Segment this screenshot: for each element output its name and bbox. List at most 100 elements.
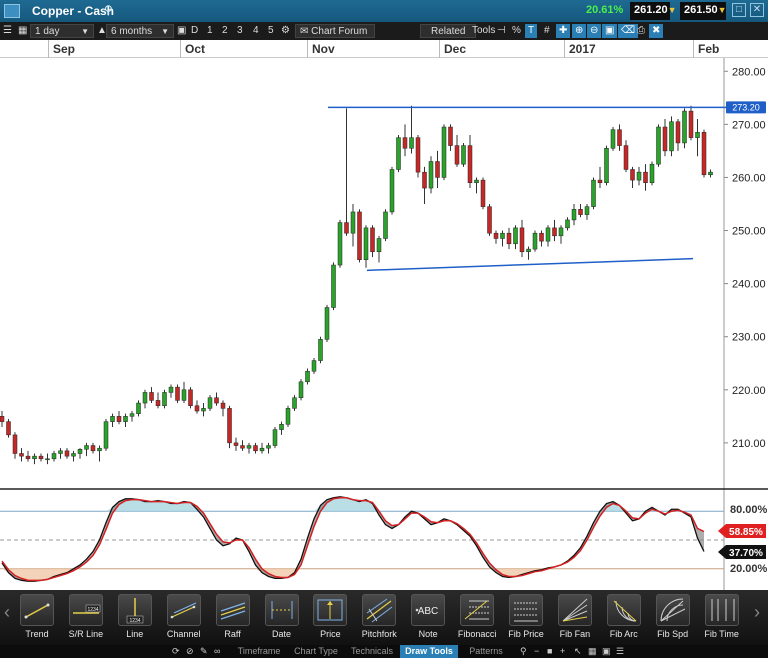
date-icon [264,594,299,626]
candle-up [513,227,518,245]
tab-technicals[interactable]: Technicals [344,645,400,658]
draw-tool-fib-fan[interactable]: Fib Fan [551,594,599,644]
tab-patterns[interactable]: Patterns [458,645,514,658]
period-4[interactable]: 4 [250,24,262,38]
list-icon[interactable]: ☰ [616,646,624,657]
draw-tool-trend[interactable]: Trend [13,594,61,644]
period-5[interactable]: 5 [265,24,277,38]
crosshair-icon[interactable]: ✚ [556,24,571,38]
candle-down [194,405,200,412]
close-icon[interactable]: ✕ [750,3,764,17]
candle-down [643,171,648,184]
candle-down [402,137,408,149]
related-button[interactable]: Related [420,24,477,38]
osc-red-tag: 58.85% [718,524,766,538]
draw-tool-label: Fib Time [704,629,739,639]
price-icon [313,594,348,626]
restore-icon[interactable]: □ [732,3,746,17]
draw-tool-channel[interactable]: Channel [160,594,208,644]
zoom-out-icon[interactable]: − [534,646,539,656]
zoom-in-icon[interactable]: + [560,646,565,656]
candle-down [227,408,232,444]
period-3[interactable]: 3 [234,24,246,38]
candle-up [545,227,551,242]
buy-arrow-icon: ▼ [717,5,727,15]
candle-down [357,211,362,260]
period-d[interactable]: D [188,24,201,38]
draw-tool-label: Note [418,629,438,639]
settings-gear-icon[interactable]: ⚙ [281,24,290,38]
raff-icon [215,594,250,626]
draw-tool-label: Price [320,629,341,639]
window-icon[interactable]: ▣ [177,24,186,38]
candle-down [701,132,707,176]
search-icon[interactable]: ⚲ [520,646,527,657]
zoom-out-icon[interactable]: ⊖ [587,24,602,38]
draw-tool-pitchfork[interactable]: Pitchfork [355,594,403,644]
tab-timeframe[interactable]: Timeframe [230,645,288,658]
screen-icon[interactable]: ▣ [602,646,611,657]
draw-tool-fib-price[interactable]: Fib Price [502,594,550,644]
osc-black-value: 37.70% [729,548,763,559]
search-icon[interactable]: ⚲ [104,3,113,17]
link-icon[interactable]: ∞ [214,646,220,656]
range-select[interactable]: 6 months ▼ [106,24,174,38]
grid-icon[interactable]: ▦ [588,646,597,657]
draw-tool-note[interactable]: ABC Note [404,594,452,644]
scroll-left-icon[interactable]: ‹ [4,602,10,623]
candle-up [558,227,564,237]
date-tick [180,40,181,58]
grid-icon[interactable]: # [541,24,553,38]
wrench-icon[interactable]: ✖ [649,24,664,38]
chart-area[interactable]: 280.00 270.00 260.00 250.00 240.00 230.00 220.… [0,58,768,590]
candle-up [461,145,466,165]
period-1[interactable]: 1 [204,24,216,38]
date-label-nov: Nov [312,42,335,56]
layout-icon[interactable]: ▣ [602,24,618,38]
support-trendline[interactable] [366,257,694,272]
ban-icon[interactable]: ⊘ [186,646,194,657]
tab-chart-type[interactable]: Chart Type [288,645,344,658]
draw-tool-date[interactable]: Date [258,594,306,644]
range-value: 6 months [111,26,153,37]
draw-tool-s-r-line[interactable]: 1234 S/R Line [62,594,110,644]
refresh-icon[interactable]: ⟳ [172,646,180,657]
pencil-icon[interactable]: ✎ [200,646,208,657]
candle-up [708,171,713,176]
draw-tool-raff[interactable]: Raff [209,594,257,644]
candle-up [649,163,655,184]
osc-label-80: 80.00% [730,504,768,516]
scroll-right-icon[interactable]: › [754,602,760,623]
interval-select[interactable]: 1 day ▼ [30,24,94,38]
candle-up [474,179,479,184]
print-icon[interactable]: ⎙ [634,24,648,38]
draw-tool-line[interactable]: 1234 Line [111,594,159,644]
sell-price-box[interactable]: 261.20▼ [630,2,677,20]
draw-tool-fib-spd[interactable]: Fib Spd [649,594,697,644]
draw-tool-fibonacci[interactable]: Fibonacci [453,594,501,644]
tab-draw-tools[interactable]: Draw Tools [400,645,458,658]
line-tool-icon[interactable]: ⊣ [494,24,509,38]
percent-icon[interactable]: % [509,24,524,38]
zoom-in-icon[interactable]: ⊕ [572,24,587,38]
date-tick [48,40,49,58]
draw-tool-label: Channel [166,629,201,639]
candle-up [246,445,252,449]
price-chart[interactable]: 280.00 270.00 260.00 250.00 240.00 230.00 220.… [0,58,768,590]
calendar-icon[interactable]: ▦ [18,24,27,38]
draw-tool-fib-arc[interactable]: Fib Arc [600,594,648,644]
draw-tool-label: Fib Fan [559,629,591,639]
slider-handle-icon[interactable]: ■ [547,646,552,656]
candle-up [584,206,590,215]
candle-down [675,121,681,144]
candle-up [337,222,343,266]
candle-down [623,145,629,170]
buy-price-box[interactable]: 261.50▼ [680,2,727,20]
menu-icon[interactable]: ☰ [3,24,12,38]
text-tool-icon[interactable]: T [525,24,538,38]
draw-tool-price[interactable]: Price [306,594,354,644]
period-2[interactable]: 2 [219,24,231,38]
chart-forum-button[interactable]: ✉ Chart Forum [295,24,375,38]
draw-tool-fib-time[interactable]: Fib Time [698,594,746,644]
arrow-icon[interactable]: ↖ [574,646,582,657]
